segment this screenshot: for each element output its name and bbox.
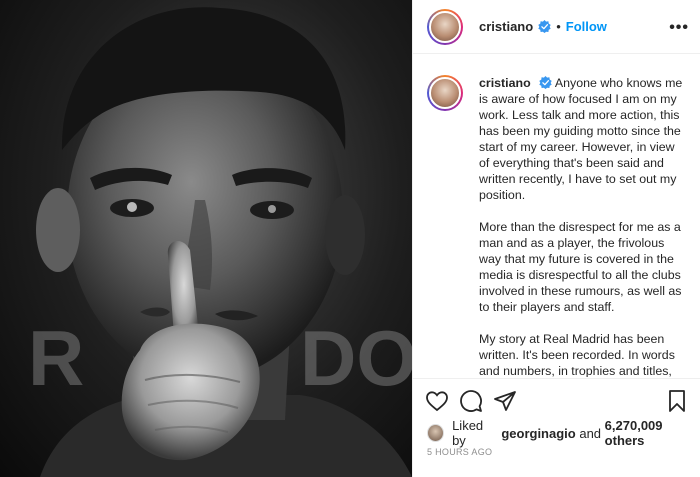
instagram-post: R DO cristiano • Follow ••• cristiano An…: [0, 0, 700, 477]
header-username[interactable]: cristiano: [479, 19, 533, 34]
caption-paragraph-2: More than the disrespect for me as a man…: [479, 220, 682, 314]
profile-avatar[interactable]: [427, 8, 463, 45]
likes-prefix: Liked by: [452, 418, 484, 448]
background-letters-right: DO: [300, 314, 412, 402]
verified-badge-icon: [538, 20, 551, 33]
follow-button[interactable]: Follow: [566, 19, 607, 34]
heart-icon[interactable]: [425, 389, 449, 413]
post-side-panel: cristiano • Follow ••• cristiano Anyone …: [412, 0, 700, 477]
caption-username[interactable]: cristiano: [479, 76, 531, 90]
likes-connector: and: [579, 425, 602, 441]
more-options-icon[interactable]: •••: [669, 19, 689, 37]
share-icon[interactable]: [493, 389, 517, 413]
caption-verified-icon: [539, 76, 552, 89]
background-letters-left: R: [28, 314, 84, 402]
caption-avatar[interactable]: [427, 75, 463, 111]
caption-paragraph-3: My story at Real Madrid has been written…: [479, 332, 675, 377]
post-photo[interactable]: R DO: [0, 0, 412, 477]
portrait-illustration: R DO: [28, 7, 412, 477]
liker-avatar[interactable]: [427, 424, 445, 442]
caption-area: cristiano Anyone who knows me is aware o…: [413, 55, 700, 377]
caption-paragraph: cristiano Anyone who knows me is aware o…: [479, 75, 684, 203]
comment-icon[interactable]: [459, 389, 483, 413]
caption-paragraph-1: Anyone who knows me is aware of how focu…: [479, 76, 683, 202]
liker-username[interactable]: georginagio: [501, 426, 575, 441]
caption-text: cristiano Anyone who knows me is aware o…: [479, 75, 684, 377]
likes-count[interactable]: 6,270,009 others: [605, 418, 700, 448]
post-header: cristiano • Follow •••: [413, 0, 700, 54]
bookmark-icon[interactable]: [665, 389, 689, 413]
post-timestamp[interactable]: 5 HOURS AGO: [427, 447, 492, 457]
header-separator: •: [556, 19, 561, 34]
likes-line: Liked by georginagio and 6,270,009 other…: [427, 418, 700, 448]
